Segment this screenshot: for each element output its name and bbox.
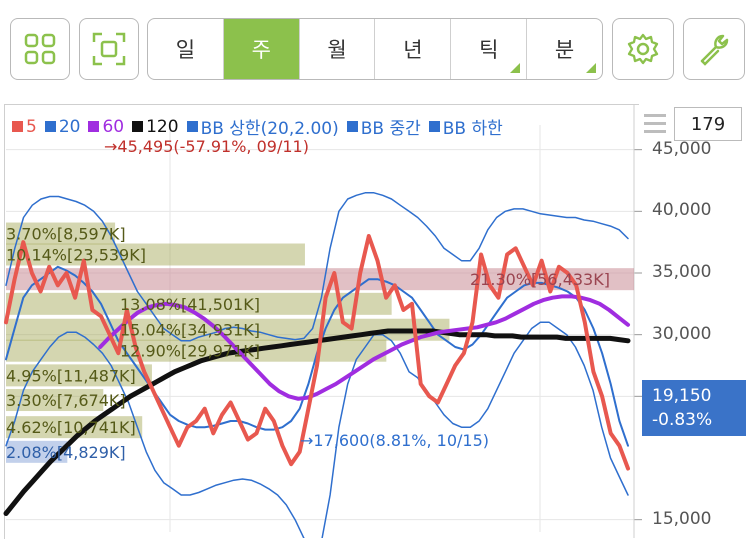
volume-label: 13.08%[41,501K]: [120, 295, 260, 314]
legend-item-5[interactable]: BB 중간: [346, 114, 421, 139]
current-change: -0.83%: [652, 410, 713, 430]
volume-label: 4.62%[10,741K]: [6, 418, 136, 437]
legend-item-4[interactable]: BB 상한(20,2.00): [186, 114, 339, 139]
legend-swatch: [132, 121, 144, 132]
volume-label: 4.95%[11,487K]: [6, 366, 136, 385]
legend-item-3[interactable]: 120: [132, 114, 179, 139]
legend-label: 60: [102, 116, 125, 137]
period-count-input[interactable]: 179: [674, 107, 742, 141]
legend-label: BB 하한: [442, 119, 503, 139]
current-price: 19,150: [652, 386, 712, 406]
legend-item-2[interactable]: 60: [88, 114, 124, 139]
legend-label: BB 중간: [360, 119, 421, 139]
legend-item-0[interactable]: 5: [12, 114, 37, 139]
y-tick-label: 45,000: [652, 138, 712, 159]
y-tick-label: 40,000: [652, 200, 712, 221]
volume-label: 10.14%[23,539K]: [6, 246, 146, 265]
y-tick-label: 35,000: [652, 262, 712, 282]
legend-swatch: [12, 121, 23, 132]
volume-label: 2.08%[4,829K]: [6, 443, 126, 462]
chart-legend: 5 20 60 120 BB 상한(20,2.00) BB 중간 BB 하한: [12, 114, 503, 139]
legend-swatch: [346, 121, 358, 132]
legend-label: BB 상한(20,2.00): [200, 119, 339, 139]
legend-item-6[interactable]: BB 하한: [428, 114, 503, 139]
price-chart: 3.70%[8,597K] 10.14%[23,539K] 21.30%[56,43…: [3, 105, 642, 538]
legend-item-1[interactable]: 20: [44, 114, 81, 139]
legend-swatch: [428, 121, 440, 132]
current-price-badge: 19,150 -0.83%: [642, 380, 746, 436]
series-line-BB 상한: [5, 192, 629, 342]
volume-label: 21.30%[56,433K]: [470, 270, 610, 289]
y-tick-label: 15,000: [652, 508, 712, 529]
volume-label: 3.70%[8,597K]: [6, 225, 126, 244]
volume-label: 12.90%[29,971K]: [120, 342, 260, 361]
legend-swatch: [88, 121, 100, 132]
menu-icon[interactable]: [644, 114, 666, 138]
legend-swatch: [186, 121, 198, 132]
legend-label: 20: [58, 116, 81, 137]
volume-label: 15.04%[34,931K]: [120, 321, 260, 340]
legend-label: 5: [26, 116, 37, 137]
legend-label: 120: [146, 116, 179, 137]
high-annotation: →45,495(-57.91%, 09/11): [104, 137, 309, 156]
legend-swatch: [44, 121, 56, 132]
volume-label: 3.30%[7,674K]: [6, 391, 126, 410]
y-tick-label: 30,000: [652, 323, 712, 344]
low-annotation: →17,600(8.81%, 10/15): [300, 431, 489, 450]
